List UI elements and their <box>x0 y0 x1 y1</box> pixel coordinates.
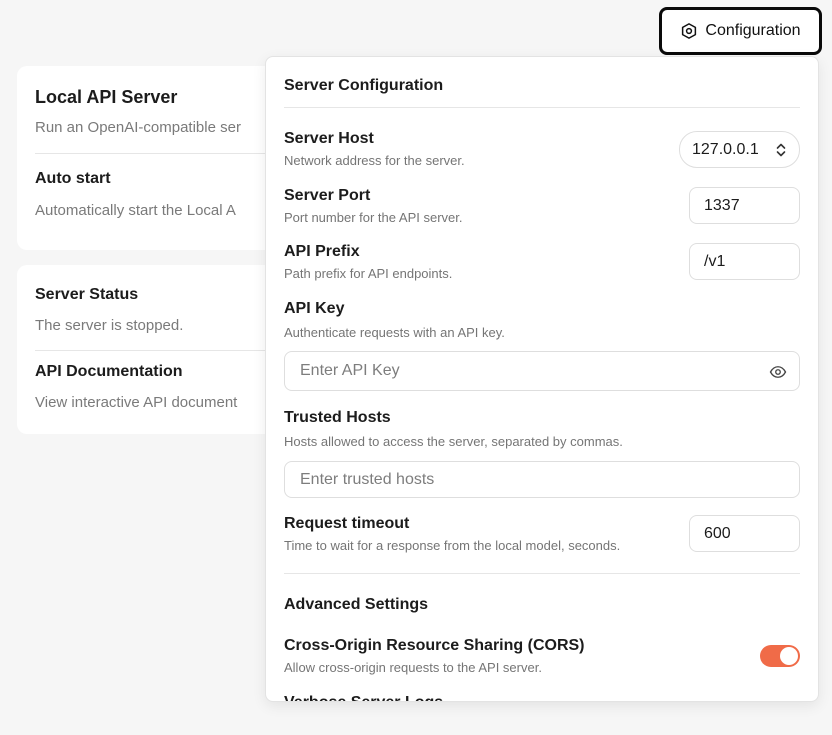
panel-title: Server Configuration <box>284 77 444 94</box>
api-key-input[interactable]: Enter API Key <box>284 351 800 391</box>
panel-divider <box>284 107 800 108</box>
cors-label: Cross-Origin Resource Sharing (CORS) <box>284 637 585 654</box>
server-status-section: Server Status The server is stopped. <box>35 265 299 334</box>
server-port-input[interactable]: 1337 <box>689 187 800 224</box>
auto-start-section: Auto start Automatically start the Local… <box>35 154 299 219</box>
trusted-hosts-desc: Hosts allowed to access the server, sepa… <box>284 434 623 449</box>
server-configuration-panel: Server Configuration Server Host Network… <box>265 56 819 702</box>
server-host-select[interactable]: 127.0.0.1 <box>679 131 800 168</box>
server-host-row: Server Host Network address for the serv… <box>284 130 800 170</box>
cors-toggle[interactable] <box>760 645 800 667</box>
chevron-up-down-icon <box>776 143 786 156</box>
api-key-placeholder: Enter API Key <box>300 362 400 379</box>
server-port-row: Server Port Port number for the API serv… <box>284 187 800 227</box>
server-host-value: 127.0.0.1 <box>692 140 759 158</box>
configuration-button-label: Configuration <box>705 22 801 39</box>
local-api-server-desc: Run an OpenAI-compatible ser <box>35 119 241 136</box>
trusted-hosts-row: Trusted Hosts Hosts allowed to access th… <box>284 409 800 449</box>
cors-desc: Allow cross-origin requests to the API s… <box>284 660 542 675</box>
api-docs-title: API Documentation <box>35 363 183 380</box>
verbose-logs-label: Verbose Server Logs <box>284 694 800 701</box>
api-prefix-row: API Prefix Path prefix for API endpoints… <box>284 243 800 283</box>
api-key-row: API Key Authenticate requests with an AP… <box>284 300 800 340</box>
request-timeout-input[interactable]: 600 <box>689 515 800 552</box>
server-status-desc: The server is stopped. <box>35 317 184 334</box>
auto-start-title: Auto start <box>35 170 111 187</box>
configuration-button[interactable]: Configuration <box>659 7 822 55</box>
trusted-hosts-placeholder: Enter trusted hosts <box>300 470 435 488</box>
request-timeout-row: Request timeout Time to wait for a respo… <box>284 515 800 555</box>
auto-start-desc: Automatically start the Local A <box>35 202 236 219</box>
toggle-knob <box>780 647 798 665</box>
api-key-label: API Key <box>284 300 345 317</box>
api-key-desc: Authenticate requests with an API key. <box>284 325 505 340</box>
local-api-server-title: Local API Server <box>35 87 178 107</box>
trusted-hosts-label: Trusted Hosts <box>284 409 391 426</box>
api-docs-section[interactable]: API Documentation View interactive API d… <box>35 351 299 411</box>
trusted-hosts-input[interactable]: Enter trusted hosts <box>284 461 800 498</box>
api-docs-desc: View interactive API document <box>35 394 238 411</box>
eye-icon[interactable] <box>769 363 787 381</box>
verbose-logs-row: Verbose Server Logs <box>284 694 800 701</box>
server-status-title: Server Status <box>35 286 139 303</box>
advanced-settings-title: Advanced Settings <box>284 596 429 613</box>
cors-row: Cross-Origin Resource Sharing (CORS) All… <box>284 637 800 677</box>
settings-icon <box>682 23 697 39</box>
local-api-server-section: Local API Server Run an OpenAI-compatibl… <box>35 66 299 136</box>
advanced-settings-header: Advanced Settings <box>284 596 800 614</box>
api-prefix-input[interactable]: /v1 <box>689 243 800 280</box>
panel-divider <box>284 573 800 574</box>
